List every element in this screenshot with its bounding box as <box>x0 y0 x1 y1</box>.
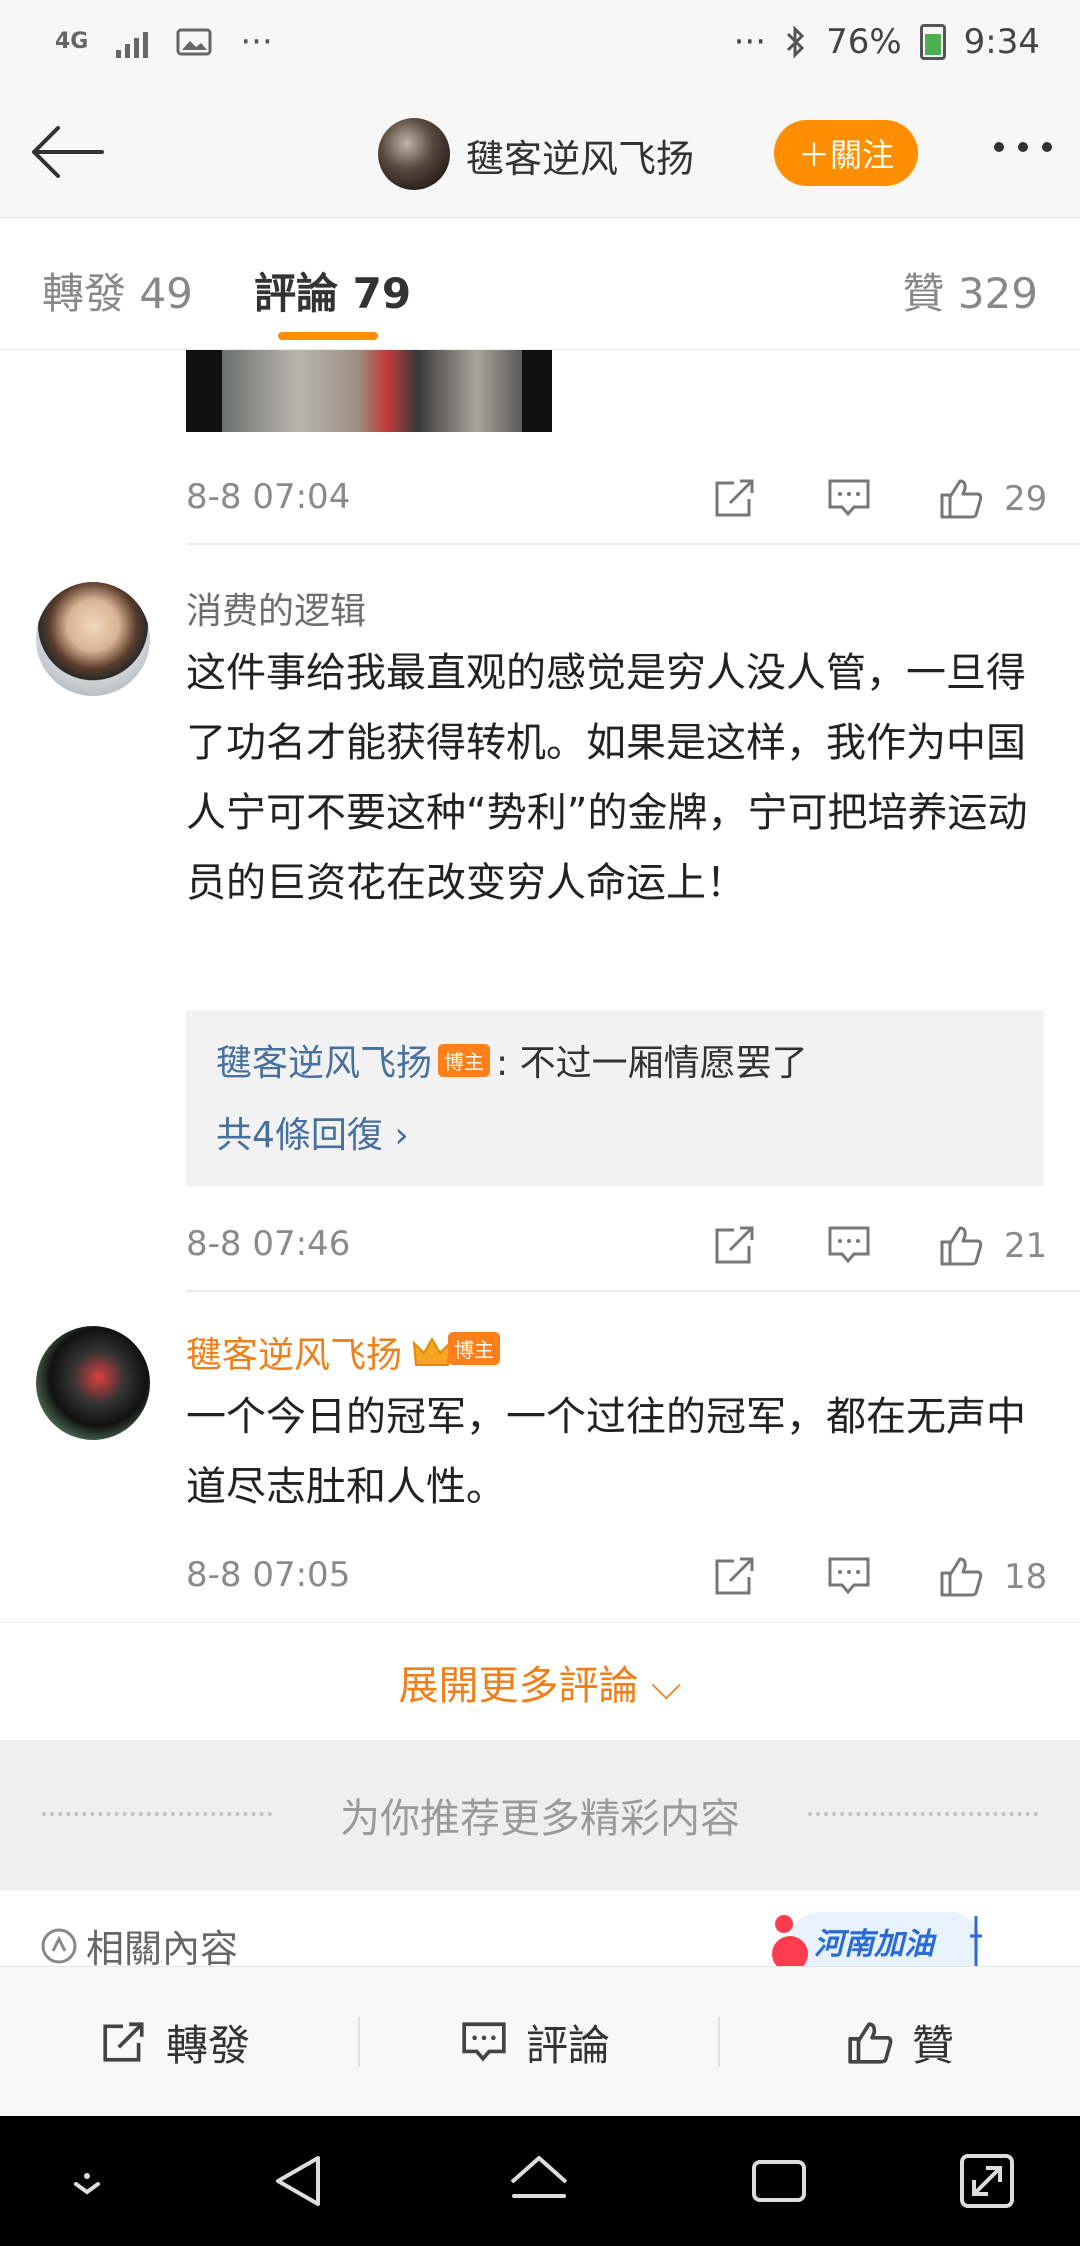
commenter-name[interactable]: 毽客逆风飞扬 博主 <box>186 1326 506 1378</box>
blogger-badge: 博主 <box>412 1331 506 1372</box>
follow-button[interactable]: ＋關注 <box>774 120 918 186</box>
network-type: 4G <box>55 29 89 54</box>
comment-label: 評論 <box>526 2020 611 2070</box>
like-icon[interactable] <box>938 1555 984 1597</box>
related-label-row: 相關內容 <box>40 1918 238 1966</box>
share-icon[interactable] <box>712 477 758 519</box>
comment-time: 8-8 07:46 <box>186 1224 351 1264</box>
image-notification-icon <box>176 28 212 56</box>
status-bar: 4G ··· ··· 76% 9:34 <box>0 0 1080 90</box>
share-icon <box>103 2022 144 2062</box>
related-label: 相關內容 <box>86 1927 239 1966</box>
like-icon[interactable] <box>938 1224 984 1266</box>
dotted-divider <box>808 1812 1038 1816</box>
expand-more-comments-button[interactable]: 展開更多評論 ⌵ <box>0 1622 1080 1740</box>
top-bar: 毽客逆风飞扬 ＋關注 <box>0 90 1080 218</box>
henan-promo-banner[interactable]: 河南加油 <box>770 1906 990 1966</box>
tab-comments[interactable]: 評論 79 <box>254 260 411 321</box>
commenter-name[interactable]: 消费的逻辑 <box>186 582 366 634</box>
like-icon[interactable] <box>938 477 984 519</box>
tab-repost[interactable]: 轉發 49 <box>42 260 193 321</box>
like-icon <box>848 2022 893 2064</box>
share-icon[interactable] <box>712 1555 758 1597</box>
active-tab-indicator <box>278 332 378 340</box>
like-count: 29 <box>1004 479 1048 519</box>
comment-text: 一个今日的冠军，一个过往的冠军，都在无声中道尽志肚和人性。 <box>186 1394 1026 1510</box>
comment-image[interactable] <box>186 350 552 432</box>
divider <box>186 1290 1080 1292</box>
comment-meta: 8-8 07:04 29 <box>186 467 1048 527</box>
tab-bar: 轉發 49 評論 79 贊 329 <box>0 218 1080 350</box>
comment-icon[interactable] <box>826 1555 872 1597</box>
avatar[interactable] <box>36 582 150 696</box>
recommend-section: 为你推荐更多精彩内容 <box>0 1740 1080 1890</box>
related-content[interactable]: 相關內容 河南加油 <box>0 1896 1080 1966</box>
like-count: 18 <box>1004 1557 1048 1597</box>
nav-expand-icon[interactable] <box>952 2146 1022 2216</box>
crown-icon <box>412 1336 452 1366</box>
divider <box>186 543 1080 545</box>
more-options-icon[interactable] <box>994 142 1052 152</box>
reply-text: : 不过一厢情愿罢了 <box>496 1043 808 1084</box>
nav-down-icon[interactable] <box>52 2146 122 2216</box>
like-label: 贊 <box>912 2020 955 2070</box>
related-icon <box>41 1928 77 1963</box>
battery-percent: 76% <box>826 22 902 62</box>
comment-icon <box>462 2022 506 2062</box>
nav-recents-icon[interactable] <box>744 2146 814 2216</box>
toolbar-divider <box>718 2017 720 2067</box>
comment-text: 这件事给我最直观的感觉是穷人没人管，一旦得了功名才能获得转机。如果是这样，我作为… <box>186 650 1028 906</box>
comment-button[interactable]: 評論 <box>460 1967 610 2117</box>
clock: 9:34 <box>963 22 1040 62</box>
like-button[interactable]: 贊 <box>846 1967 954 2117</box>
reply-author[interactable]: 毽客逆风飞扬 <box>216 1043 432 1084</box>
bottom-action-bar: 轉發 評論 贊 <box>0 1966 1080 2116</box>
blogger-badge: 博主 <box>438 1044 491 1077</box>
repost-button[interactable]: 轉發 <box>100 1967 250 2117</box>
nav-back-icon[interactable] <box>266 2146 336 2216</box>
battery-icon <box>919 24 946 60</box>
comment-icon[interactable] <box>826 477 872 519</box>
bluetooth-icon <box>787 25 805 59</box>
comment-time: 8-8 07:04 <box>186 477 351 517</box>
more-notifications: ··· <box>240 22 273 62</box>
author-name[interactable]: 毽客逆风飞扬 <box>466 128 694 183</box>
toolbar-divider <box>358 2017 360 2067</box>
view-replies-link[interactable]: 共4條回復 › <box>216 1106 409 1158</box>
signal-icon <box>116 26 149 58</box>
share-icon[interactable] <box>712 1224 758 1266</box>
like-count: 21 <box>1004 1226 1048 1266</box>
back-arrow-icon[interactable] <box>28 120 108 184</box>
comment-meta: 8-8 07:46 21 <box>186 1214 1048 1274</box>
system-nav-bar <box>0 2116 1080 2246</box>
repost-label: 轉發 <box>166 2020 251 2070</box>
avatar[interactable] <box>36 1326 150 1440</box>
promo-text: 河南加油 <box>814 1927 938 1962</box>
comment-icon[interactable] <box>826 1224 872 1266</box>
reply-line: 毽客逆风飞扬 博主: 不过一厢情愿罢了 <box>216 1034 808 1086</box>
tab-likes[interactable]: 贊 329 <box>902 260 1038 321</box>
nav-home-icon[interactable] <box>504 2146 574 2216</box>
comment-time: 8-8 07:05 <box>186 1555 351 1595</box>
comment-meta: 8-8 07:05 18 <box>186 1545 1048 1605</box>
commenter-name-text: 毽客逆风飞扬 <box>186 1335 403 1376</box>
author-avatar[interactable] <box>378 118 450 190</box>
reply-preview[interactable]: 毽客逆风飞扬 博主: 不过一厢情愿罢了 共4條回復 › <box>186 1010 1044 1186</box>
more-status: ··· <box>733 22 767 62</box>
